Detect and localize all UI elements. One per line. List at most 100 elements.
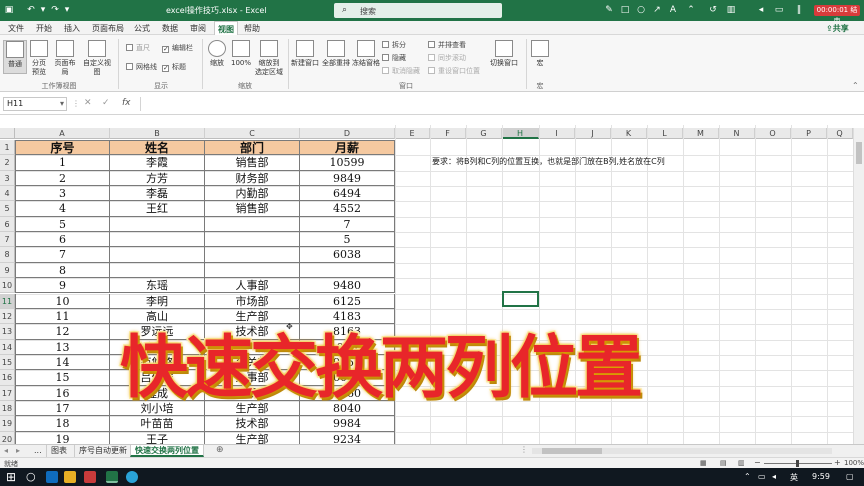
row-header[interactable]: 14 (0, 339, 15, 355)
table-cell[interactable]: 18 (15, 416, 110, 432)
table-cell[interactable]: 生产部 (205, 431, 300, 445)
search-box[interactable]: ⌕ 搜索 (334, 3, 502, 18)
table-cell[interactable]: 12 (15, 324, 110, 340)
table-cell[interactable]: 7 (300, 216, 395, 233)
clock[interactable]: 9:59 (812, 472, 830, 481)
page-break-status-icon[interactable]: ▥ (738, 459, 745, 467)
pause-icon[interactable]: ‖ (794, 5, 804, 15)
selected-cell[interactable] (502, 291, 539, 307)
row-header[interactable]: 8 (0, 247, 15, 263)
volume-icon[interactable]: ◂ (772, 472, 776, 481)
macros-button[interactable]: 宏 (530, 40, 550, 68)
table-cell[interactable]: 市场部 (205, 293, 300, 309)
table-cell[interactable]: 东瑶 (110, 278, 205, 294)
zoom-slider[interactable] (764, 460, 832, 467)
table-cell[interactable]: 李明 (110, 293, 205, 309)
vertical-scroll-thumb[interactable] (856, 142, 862, 164)
enter-icon[interactable]: ✓ (102, 98, 110, 108)
table-cell[interactable]: 7 (15, 247, 110, 263)
table-cell[interactable]: 10599 (300, 155, 395, 171)
undo-icon[interactable]: ↶ (26, 5, 36, 15)
table-cell[interactable]: 6125 (300, 293, 395, 309)
zoom-level[interactable]: 100% (844, 459, 864, 467)
headings-checkbox[interactable]: ✓ 标题 (162, 62, 186, 72)
tab-review[interactable]: 审阅 (190, 23, 206, 34)
speaker-icon[interactable]: ◂ (756, 5, 766, 15)
insert-function-icon[interactable]: fx (122, 98, 131, 108)
circle-icon[interactable]: ○ (636, 5, 646, 15)
sheet-tab-chart[interactable]: 图表 (46, 445, 71, 457)
collapse-ribbon-icon[interactable]: ⌃ (852, 81, 859, 90)
table-cell[interactable] (205, 262, 300, 279)
formula-bar-checkbox[interactable]: ✓ 编辑栏 (162, 43, 193, 53)
reset-position-button[interactable]: 重设窗口位置 (428, 66, 480, 76)
tray-chevron-icon[interactable]: ⌃ (744, 472, 751, 481)
select-all-corner[interactable] (0, 128, 15, 139)
table-cell[interactable]: 李磊 (110, 186, 205, 202)
column-header-b[interactable]: B (110, 128, 205, 139)
autosave-icon[interactable]: ▣ (4, 5, 14, 15)
table-cell[interactable]: 9849 (300, 170, 395, 187)
normal-view-button[interactable]: 普通 (3, 40, 27, 74)
zoom-100-button[interactable]: 100% (230, 40, 252, 68)
column-header-c[interactable]: C (205, 128, 300, 139)
row-header[interactable]: 11 (0, 293, 15, 309)
table-cell[interactable]: 王红 (110, 201, 205, 217)
add-sheet-icon[interactable]: ⊕ (216, 445, 224, 455)
rectangle-icon[interactable]: □ (620, 5, 630, 15)
pen-icon[interactable]: ✎ (604, 5, 614, 15)
row-header[interactable]: 13 (0, 324, 15, 340)
table-cell[interactable]: 4552 (300, 201, 395, 217)
zoom-slider-thumb[interactable] (796, 460, 799, 467)
table-cell[interactable]: 1 (15, 155, 110, 171)
column-header-h[interactable]: H (502, 128, 539, 139)
column-header-k[interactable]: K (611, 128, 647, 139)
table-cell[interactable]: 财务部 (205, 170, 300, 187)
freeze-panes-button[interactable]: 冻结窗格 (352, 40, 380, 68)
scroll-tabs-left-icon[interactable]: ◂ (4, 446, 8, 455)
column-header-p[interactable]: P (791, 128, 827, 139)
tab-split-icon[interactable]: ⋮ (520, 445, 528, 454)
notifications-icon[interactable]: ▢ (846, 472, 854, 481)
row-header[interactable]: 5 (0, 201, 15, 217)
table-cell[interactable]: 高山 (110, 308, 205, 325)
sync-scroll-button[interactable]: 同步滚动 (428, 53, 466, 63)
zoom-in-icon[interactable]: + (834, 458, 841, 467)
sheet-tab-more[interactable]: ... (30, 445, 46, 457)
horizontal-scrollbar[interactable] (532, 448, 832, 454)
column-header-i[interactable]: I (539, 128, 575, 139)
search-taskbar-icon[interactable]: ○ (26, 470, 36, 483)
table-cell[interactable] (205, 247, 300, 263)
table-cell[interactable]: 技术部 (205, 416, 300, 432)
app-icon[interactable] (84, 471, 96, 483)
view-side-by-side-button[interactable]: 并排查看 (428, 40, 466, 50)
table-cell[interactable]: 5 (15, 216, 110, 233)
row-header[interactable]: 12 (0, 308, 15, 325)
column-header-g[interactable]: G (466, 128, 502, 139)
tab-help[interactable]: 帮助 (244, 23, 260, 34)
column-header-l[interactable]: L (647, 128, 683, 139)
hide-button[interactable]: 隐藏 (382, 53, 406, 63)
excel-taskbar-icon[interactable] (106, 471, 118, 483)
table-cell[interactable]: 6038 (300, 247, 395, 263)
redo-icon[interactable]: ↷ (50, 5, 60, 15)
column-header-m[interactable]: M (683, 128, 719, 139)
network-icon[interactable]: ▭ (758, 472, 766, 481)
table-cell[interactable] (110, 232, 205, 248)
table-cell[interactable]: 3 (15, 186, 110, 202)
undo-dropdown-icon[interactable]: ▾ (38, 5, 48, 15)
page-layout-status-icon[interactable]: ▤ (720, 459, 727, 467)
ime-indicator[interactable]: 英 (790, 472, 798, 483)
edge-icon[interactable] (46, 471, 58, 483)
table-cell[interactable]: 13 (15, 339, 110, 355)
column-header-o[interactable]: O (755, 128, 791, 139)
table-cell[interactable] (205, 216, 300, 233)
table-cell[interactable]: 16 (15, 385, 110, 401)
table-cell[interactable] (110, 216, 205, 233)
table-cell[interactable]: 4183 (300, 308, 395, 325)
table-header-cell[interactable]: 月薪 (300, 140, 395, 156)
table-cell[interactable]: 内勤部 (205, 186, 300, 202)
table-cell[interactable]: 人事部 (205, 278, 300, 294)
row-header[interactable]: 9 (0, 262, 15, 279)
table-cell[interactable] (300, 262, 395, 279)
